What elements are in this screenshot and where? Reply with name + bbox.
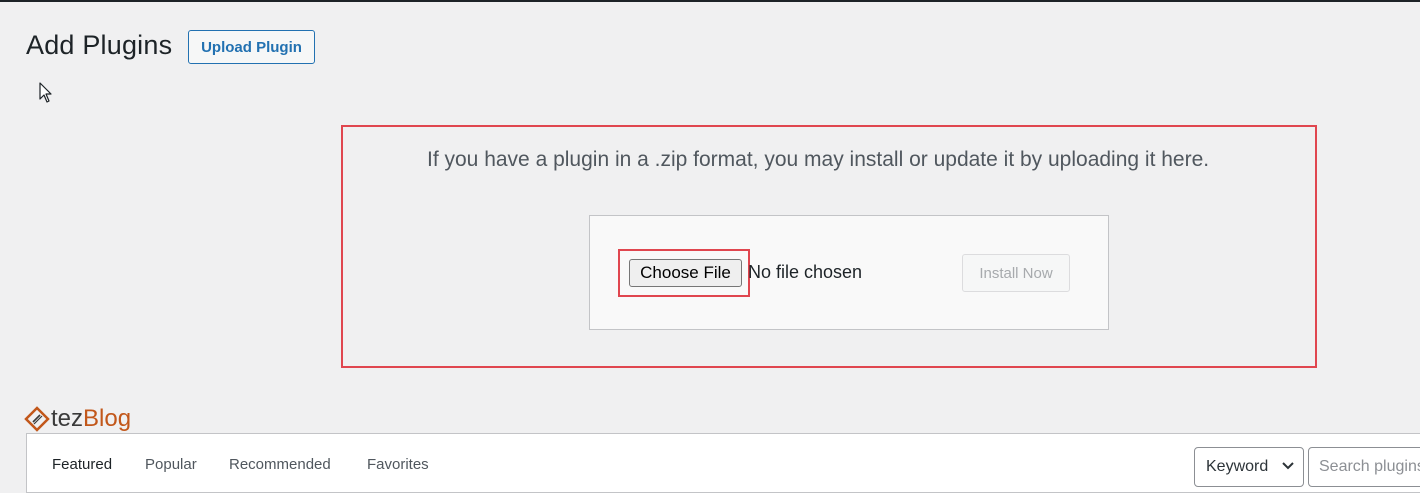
upload-instructions: If you have a plugin in a .zip format, y… [427, 148, 1210, 171]
tezblog-logo-icon [24, 406, 50, 432]
file-status-text: No file chosen [748, 262, 863, 282]
tezblog-logo-text: tezBlog [51, 405, 131, 433]
tab-recommended[interactable]: Recommended [229, 456, 331, 473]
tab-featured[interactable]: Featured [52, 456, 112, 473]
choose-file-button[interactable]: Choose File [629, 259, 742, 287]
tezblog-watermark: tezBlog [24, 405, 131, 433]
page-title: Add Plugins [26, 30, 173, 60]
upload-plugin-button[interactable]: Upload Plugin [188, 30, 315, 64]
logo-text-tez: tez [51, 405, 84, 432]
tab-popular[interactable]: Popular [145, 456, 197, 473]
tab-favorites[interactable]: Favorites [367, 456, 429, 473]
cursor-arrow-icon [39, 82, 52, 103]
logo-text-blog: Blog [83, 405, 132, 432]
search-type-value: Keyword [1206, 458, 1269, 475]
search-plugins-input[interactable] [1308, 447, 1420, 487]
search-type-select[interactable]: Keyword [1194, 447, 1304, 487]
install-now-button[interactable]: Install Now [962, 254, 1070, 292]
